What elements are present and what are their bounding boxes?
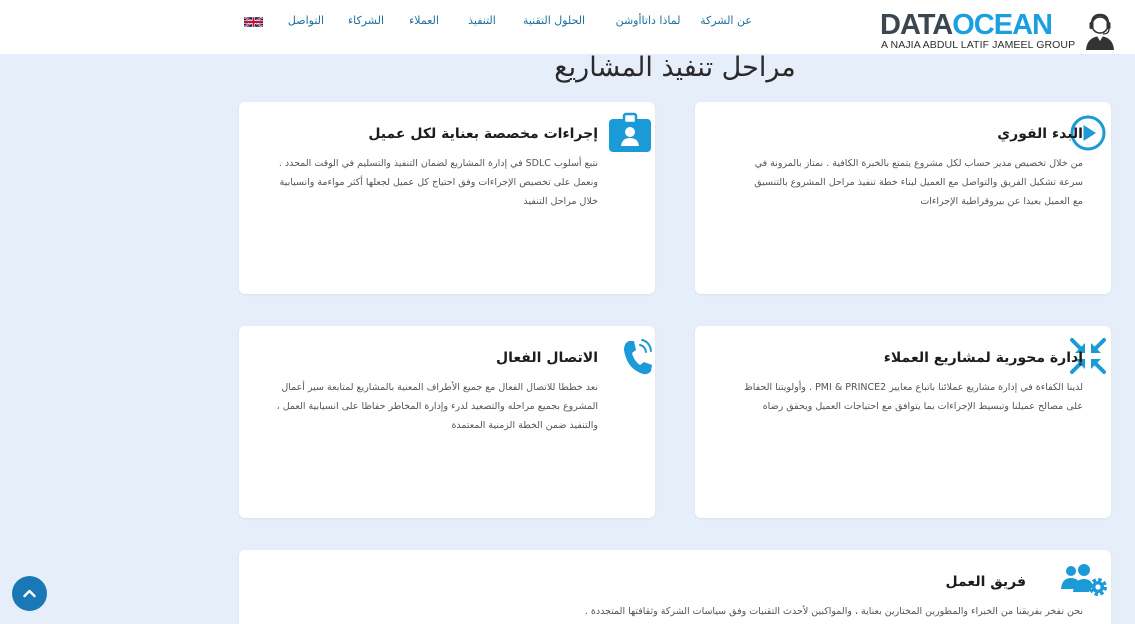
card-team: فريق العمل نحن نفخر بفريقنا من الخبراء و…	[239, 550, 1111, 624]
logo-subtitle: A NAJIA ABDUL LATIF JAMEEL GROUP	[881, 39, 1076, 51]
phone-ringing-icon	[624, 339, 652, 375]
card-custom-procedures: إجراءات مخصصة بعناية لكل عميل نتبع أسلوب…	[239, 102, 655, 294]
card-text: لدينا الكفاءة في إدارة مشاريع عملائنا با…	[743, 382, 1083, 412]
card-immediate-start: البدء الفوري من خلال تخصيص مدير حساب لكل…	[695, 102, 1111, 294]
card-title: إجراءات مخصصة بعناية لكل عميل	[368, 126, 598, 142]
card-text: من خلال تخصيص مدير حساب لكل مشروع يتمتع …	[754, 158, 1083, 207]
chevron-up-icon	[23, 589, 36, 598]
scroll-top-button[interactable]	[12, 576, 47, 611]
nav-about[interactable]: عن الشركة	[698, 14, 754, 34]
card-title: فريق العمل	[945, 574, 1026, 590]
nav-clients[interactable]: العملاء	[404, 14, 444, 34]
nav-contact[interactable]: التواصل	[285, 14, 327, 34]
nav-partners[interactable]: الشركاء	[345, 14, 387, 34]
section-title: مراحل تنفيذ المشاريع	[554, 52, 796, 83]
card-central-management: إدارة محورية لمشاريع العملاء لدينا الكفا…	[695, 326, 1111, 518]
card-effective-communication: الاتصال الفعال نعد خططا للاتصال الفعال م…	[239, 326, 655, 518]
nav-why-dataocean[interactable]: لماذا داتاأوشن	[608, 14, 688, 34]
support-agent-icon[interactable]	[1080, 10, 1120, 50]
nav-tech-solutions[interactable]: الحلول التقنية	[518, 14, 590, 34]
uk-flag-icon[interactable]	[244, 16, 263, 28]
nav-implementation[interactable]: التنفيذ	[462, 14, 502, 34]
card-title: إدارة محورية لمشاريع العملاء	[883, 350, 1083, 366]
id-card-icon	[609, 112, 651, 152]
company-logo[interactable]: DATAOCEAN A NAJIA ABDUL LATIF JAMEEL GRO…	[880, 9, 1075, 52]
card-text: نتبع أسلوب SDLC في إدارة المشاريع لضمان …	[278, 158, 598, 207]
card-text: نعد خططا للاتصال الفعال مع جميع الأطراف …	[276, 382, 598, 431]
team-gear-icon	[1061, 564, 1107, 596]
card-title: البدء الفوري	[997, 126, 1083, 142]
card-title: الاتصال الفعال	[496, 350, 598, 366]
card-text: نحن نفخر بفريقنا من الخبراء والمطورين ال…	[584, 606, 1083, 617]
site-header: DATAOCEAN A NAJIA ABDUL LATIF JAMEEL GRO…	[0, 0, 1135, 54]
logo-wordmark: DATAOCEAN	[880, 9, 1053, 41]
